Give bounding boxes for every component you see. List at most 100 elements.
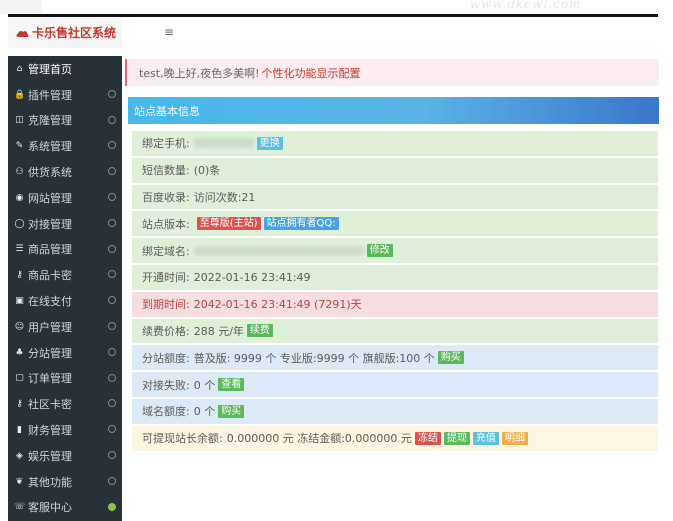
sidebar-item-9[interactable]: ▣ 在线支付 <box>8 288 122 314</box>
custom-function-config-link[interactable]: 个性化功能显示配置 <box>262 65 361 81</box>
info-row-5: 开通时间: 2022-01-16 23:41:49 <box>131 263 659 291</box>
sidebar-item-label: 客服中心 <box>28 501 72 515</box>
clone-icon: ◫ <box>15 115 24 126</box>
sidebar-item-label: 用户管理 <box>28 320 72 334</box>
sidebar-item-10[interactable]: ☺ 用户管理 <box>8 314 122 340</box>
info-row-label: 开通时间: <box>142 271 190 285</box>
info-row-value: 0 个 <box>193 405 216 419</box>
info-row-4: 绑定域名: 修改 <box>131 237 659 264</box>
greeting-text: test,晚上好,夜色多美啊! <box>139 66 260 80</box>
sidebar-item-4[interactable]: ⚇ 供货系统 <box>8 159 122 185</box>
tag-button[interactable]: 续费 <box>246 324 273 338</box>
info-row-label: 对接失败: <box>142 378 190 392</box>
site-info-rows: 绑定手机: 更换 短信数量: (0)条 百度收录: 访问次数:21 站点版本: 至尊版(主站)… <box>131 130 659 452</box>
info-row-label: 站点版本: <box>142 217 190 231</box>
expand-circle-icon <box>108 141 116 150</box>
info-row-6: 到期时间: 2042-01-16 23:41:49 (7291)天 <box>131 290 659 318</box>
sidebar-item-11[interactable]: ♣ 分站管理 <box>8 340 122 366</box>
info-row-label: 可提现站长余额: <box>142 432 223 446</box>
site-info-panel-title: 站点基本信息 <box>128 97 659 124</box>
info-row-label: 到期时间: <box>142 298 190 312</box>
sidebar-item-label: 插件管理 <box>28 88 72 102</box>
sidebar-item-label: 商品卡密 <box>28 269 72 283</box>
top-strip: www.dkewl.com <box>0 0 673 14</box>
tag-button[interactable]: 站点拥有者QQ: <box>263 217 339 231</box>
tag-button[interactable]: 修改 <box>366 244 393 258</box>
info-row-value: (0)条 <box>193 164 221 178</box>
info-row-value: 访问次数:21 <box>193 190 256 204</box>
sidebar-item-12[interactable]: ▢ 订单管理 <box>8 366 122 392</box>
expand-circle-icon <box>108 270 116 279</box>
tag-button[interactable]: 查看 <box>218 378 245 392</box>
watermark: www.dkewl.com <box>470 0 582 11</box>
sidebar-item-label: 财务管理 <box>28 424 72 438</box>
sidebar-item-5[interactable]: ◉ 网站管理 <box>8 185 122 211</box>
tag-button[interactable]: 提现 <box>443 431 470 445</box>
info-row-label: 域名额度: <box>142 405 190 419</box>
expand-circle-icon <box>108 399 116 408</box>
game-icon: ◈ <box>16 450 23 461</box>
info-row-label: 短信数量: <box>142 164 190 178</box>
tag-button[interactable]: 明细 <box>501 431 528 445</box>
leaf-icon: ❦ <box>15 476 24 487</box>
info-row-9: 对接失败: 0 个查看 <box>131 371 659 398</box>
sidebar-item-15[interactable]: ◈ 娱乐管理 <box>8 443 122 469</box>
expand-circle-icon <box>108 476 116 485</box>
sidebar-item-13[interactable]: ⚷ 社区卡密 <box>8 391 122 417</box>
sidebar: ⌂ 管理首页 🔒 插件管理 ◫ 克隆管理 ✎ 系统管理 ⚇ 供货系统 ◉ 网站管理 ◯ 对接管理 ☰ 商品管理… <box>8 56 122 521</box>
info-row-value: 普及版: 9999 个 专业版:9999 个 旗舰版:100 个 <box>193 351 435 365</box>
brand-title: 卡乐售社区系统 <box>32 26 117 40</box>
sidebar-item-8[interactable]: ⚷ 商品卡密 <box>8 262 122 288</box>
key-icon: ⚷ <box>16 399 23 410</box>
brand-logo[interactable]: 卡乐售社区系统 <box>8 17 122 48</box>
expand-circle-icon <box>108 89 116 98</box>
info-row-label: 续费价格: <box>142 324 190 338</box>
sidebar-item-label: 供货系统 <box>28 166 72 180</box>
expand-circle-icon <box>108 373 116 382</box>
info-row-label: 百度收录: <box>142 190 190 204</box>
list-icon: ☰ <box>15 244 24 255</box>
info-row-label: 绑定手机: <box>142 137 190 151</box>
info-row-value: 2022-01-16 23:41:49 <box>193 270 311 284</box>
redacted-value <box>193 138 254 149</box>
sidebar-item-label: 系统管理 <box>28 140 72 154</box>
sidebar-item-6[interactable]: ◯ 对接管理 <box>8 211 122 237</box>
info-row-value: 288 元/年 <box>193 324 244 338</box>
info-row-value: 2042-01-16 23:41:49 (7291)天 <box>193 298 362 312</box>
tag-button[interactable]: 冻结 <box>414 431 441 445</box>
sidebar-item-label: 分站管理 <box>28 346 72 360</box>
sidebar-item-label: 克隆管理 <box>28 114 72 128</box>
supply-icon: ⚇ <box>15 167 24 178</box>
sidebar-item-17[interactable]: ☏ 客服中心 <box>8 495 122 521</box>
top-strip-block <box>0 0 42 14</box>
wrench-icon: ✎ <box>15 141 24 152</box>
sidebar-item-label: 网站管理 <box>28 191 72 205</box>
cloud-logo-icon <box>16 30 29 37</box>
sidebar-item-label: 在线支付 <box>28 295 72 309</box>
sidebar-item-16[interactable]: ❦ 其他功能 <box>8 469 122 495</box>
sidebar-item-label: 管理首页 <box>28 62 72 76</box>
menu-toggle-icon[interactable]: ≡ <box>164 25 174 39</box>
tag-button[interactable]: 购买 <box>437 351 464 365</box>
info-row-2: 百度收录: 访问次数:21 <box>131 183 659 211</box>
sidebar-item-1[interactable]: 🔒 插件管理 <box>8 82 122 108</box>
sidebar-item-2[interactable]: ◫ 克隆管理 <box>8 108 122 134</box>
expand-circle-icon <box>108 115 116 124</box>
expand-circle-icon <box>108 425 116 434</box>
tag-button[interactable]: 至尊版(主站) <box>196 217 261 231</box>
tag-button[interactable]: 充值 <box>472 431 499 445</box>
info-row-label: 分站额度: <box>142 351 190 365</box>
sidebar-item-7[interactable]: ☰ 商品管理 <box>8 237 122 263</box>
info-row-3: 站点版本: 至尊版(主站) 站点拥有者QQ: <box>131 210 659 238</box>
sidebar-item-14[interactable]: ▮ 财务管理 <box>8 417 122 443</box>
sidebar-item-3[interactable]: ✎ 系统管理 <box>8 133 122 159</box>
tag-button[interactable]: 购买 <box>218 404 245 418</box>
sidebar-item-0[interactable]: ⌂ 管理首页 <box>8 56 122 82</box>
greeting-notice: test,晚上好,夜色多美啊! 个性化功能显示配置 <box>125 59 659 86</box>
info-row-11: 可提现站长余额: 0.000000 元 冻结金额:0.000000 元冻结 提现 充值… <box>131 424 659 452</box>
home-icon: ⌂ <box>16 63 23 74</box>
sidebar-item-label: 对接管理 <box>28 217 72 231</box>
order-icon: ▢ <box>15 373 24 384</box>
tag-button[interactable]: 更换 <box>256 136 283 150</box>
expand-circle-icon <box>108 244 116 253</box>
